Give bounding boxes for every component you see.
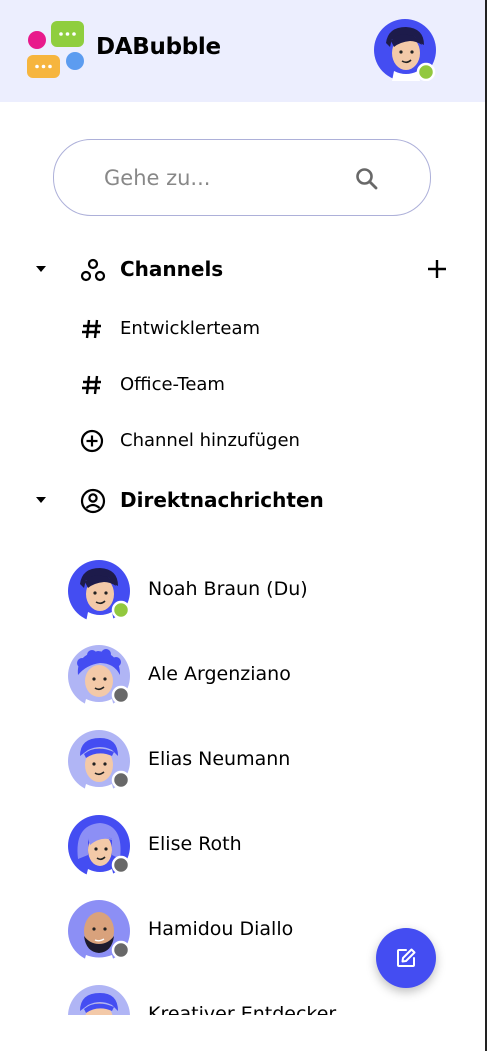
channel-label: Entwicklerteam bbox=[120, 318, 261, 339]
dm-item[interactable]: Elias Neumann bbox=[0, 730, 487, 792]
avatar bbox=[68, 900, 130, 962]
search-icon[interactable] bbox=[354, 166, 380, 192]
channel-item-office-team[interactable]: Office-Team bbox=[0, 367, 487, 403]
dm-item[interactable]: Elise Roth bbox=[0, 815, 487, 877]
add-circle-icon bbox=[80, 429, 104, 453]
avatar bbox=[68, 560, 130, 622]
online-status-indicator bbox=[111, 600, 130, 620]
avatar bbox=[68, 815, 130, 877]
new-message-button[interactable] bbox=[376, 928, 436, 988]
direct-messages-title: Direktnachrichten bbox=[120, 488, 324, 512]
add-channel-button[interactable]: Channel hinzufügen bbox=[0, 423, 487, 459]
dm-user-name: Ale Argenziano bbox=[148, 663, 291, 685]
dm-item[interactable]: Noah Braun (Du) bbox=[0, 560, 487, 622]
avatar bbox=[68, 985, 130, 1015]
dm-item[interactable]: Ale Argenziano bbox=[0, 645, 487, 707]
direct-messages-section-header[interactable]: Direktnachrichten bbox=[0, 481, 487, 521]
offline-status-indicator bbox=[111, 685, 130, 705]
app-brand-name: DABubble bbox=[96, 34, 221, 60]
add-channel-label: Channel hinzufügen bbox=[120, 430, 300, 451]
dm-user-name: Elise Roth bbox=[148, 833, 242, 855]
dm-user-name: Kreativer Entdecker bbox=[148, 1003, 337, 1015]
search-input[interactable] bbox=[104, 162, 344, 194]
current-user-avatar[interactable] bbox=[374, 19, 436, 81]
dm-user-name: Noah Braun (Du) bbox=[148, 578, 308, 600]
caret-down-icon[interactable] bbox=[34, 495, 48, 505]
channels-title: Channels bbox=[120, 257, 224, 281]
dm-user-name: Elias Neumann bbox=[148, 748, 291, 770]
offline-status-indicator bbox=[111, 770, 130, 790]
channel-item-entwicklerteam[interactable]: Entwicklerteam bbox=[0, 311, 487, 347]
add-channel-icon[interactable] bbox=[426, 258, 448, 280]
channels-section-header[interactable]: Channels bbox=[0, 250, 487, 290]
hash-icon bbox=[82, 375, 101, 395]
search-bar[interactable] bbox=[53, 139, 431, 216]
dm-item[interactable]: Kreativer Entdecker bbox=[0, 985, 487, 1015]
app-header: DABubble bbox=[0, 0, 487, 102]
avatar bbox=[68, 730, 130, 792]
offline-status-indicator bbox=[111, 855, 130, 875]
dm-user-name: Hamidou Diallo bbox=[148, 918, 294, 940]
avatar bbox=[68, 645, 130, 707]
edit-square-icon bbox=[397, 948, 416, 967]
channel-label: Office-Team bbox=[120, 374, 225, 395]
hash-icon bbox=[82, 319, 101, 339]
offline-status-indicator bbox=[111, 940, 130, 960]
account-circle-icon bbox=[80, 488, 106, 514]
dabubble-logo-icon[interactable] bbox=[27, 21, 85, 79]
caret-down-icon[interactable] bbox=[34, 264, 48, 274]
online-status-indicator bbox=[416, 62, 436, 81]
workspaces-icon bbox=[80, 258, 106, 282]
